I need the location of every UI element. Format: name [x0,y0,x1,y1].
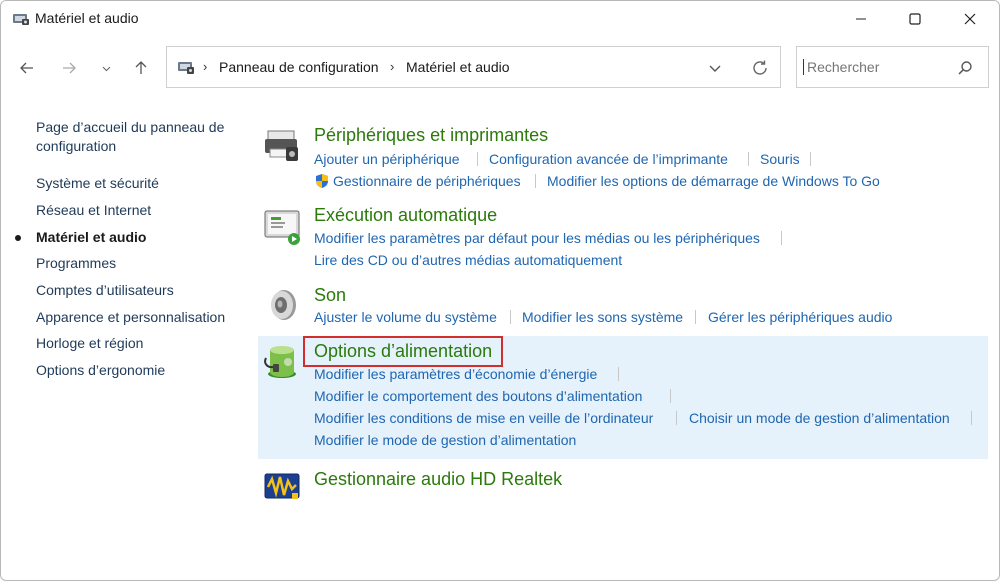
link-add-device[interactable]: Ajouter un périphérique [314,151,460,167]
link-change-system-sounds[interactable]: Modifier les sons système [522,309,683,325]
link-device-manager[interactable]: Gestionnaire de périphériques [314,173,521,189]
arrow-up-icon [135,61,147,74]
control-panel-icon [178,62,194,74]
category-title[interactable]: Son [314,285,346,306]
breadcrumb-control-panel[interactable]: Panneau de configuration [219,59,379,75]
realtek-audio-icon [264,473,300,499]
sidebar-item-home[interactable]: Page d’accueil du panneau de configurati… [36,118,224,156]
sidebar-item-appearance[interactable]: Apparence et personnalisation [36,308,225,327]
minimize-button[interactable] [838,1,884,37]
link-separator [695,310,696,324]
search-box[interactable] [796,46,989,88]
category-title[interactable]: Exécution automatique [314,205,497,226]
link-advanced-printer-setup[interactable]: Configuration avancée de l’imprimante [489,151,728,167]
link-play-cds-automatically[interactable]: Lire des CD ou d’autres médias automatiq… [314,252,622,268]
sidebar-item-system-security[interactable]: Système et sécurité [36,174,159,193]
link-label: Gestionnaire de périphériques [333,173,521,189]
link-change-default-media[interactable]: Modifier les paramètres par défaut pour … [314,230,760,246]
back-button[interactable] [15,56,39,80]
category-autoplay: Exécution automatique Modifier les param… [258,201,988,273]
link-mouse[interactable]: Souris [760,151,800,167]
sidebar-item-user-accounts[interactable]: Comptes d’utilisateurs [36,281,174,300]
control-panel-window: Matériel et audio › Panneau de configura… [0,0,1000,581]
category-title[interactable]: Gestionnaire audio HD Realtek [314,469,562,490]
close-icon [964,13,976,25]
arrow-left-icon [20,62,33,74]
sidebar-item-clock-region[interactable]: Horloge et région [36,334,143,353]
sidebar-item-label: configuration [36,138,117,154]
sidebar-item-hardware-sound: Matériel et audio [15,228,147,247]
sidebar-item-label: Page d’accueil du panneau de [36,119,225,135]
link-manage-audio-devices[interactable]: Gérer les périphériques audio [708,309,892,325]
category-title[interactable]: Périphériques et imprimantes [314,125,548,146]
link-separator [477,152,478,166]
link-separator [670,389,671,403]
printer-icon [265,130,298,161]
forward-button[interactable] [57,56,81,80]
category-sound: Son Ajuster le volume du système Modifie… [258,281,988,333]
autoplay-icon [264,210,300,245]
control-panel-icon [13,14,29,25]
title-bar: Matériel et audio [1,1,999,37]
refresh-icon[interactable] [751,59,769,77]
sidebar-item-network-internet[interactable]: Réseau et Internet [36,201,151,220]
uac-shield-icon [316,174,328,188]
link-separator [618,367,619,381]
link-sleep-conditions[interactable]: Modifier les conditions de mise en veill… [314,410,653,426]
recent-locations-button[interactable] [94,56,118,80]
sidebar-item-programs[interactable]: Programmes [36,254,116,273]
maximize-icon [909,13,921,25]
search-icon[interactable] [957,60,973,76]
category-power-options: Options d’alimentation Modifier les para… [258,336,988,459]
up-button[interactable] [129,56,153,80]
breadcrumb-hardware-sound[interactable]: Matériel et audio [406,59,510,75]
link-windows-to-go[interactable]: Modifier les options de démarrage de Win… [547,173,880,189]
link-power-button-behavior[interactable]: Modifier le comportement des boutons d’a… [314,388,642,404]
link-separator [748,152,749,166]
category-realtek: Gestionnaire audio HD Realtek [258,463,988,507]
breadcrumb-separator: › [390,59,395,74]
link-separator [781,231,782,245]
minimize-icon [856,18,866,20]
sidebar-item-ease-of-access[interactable]: Options d’ergonomie [36,361,165,380]
chevron-down-icon[interactable] [707,60,723,76]
link-separator [535,174,536,188]
link-separator [810,152,811,166]
search-input[interactable] [803,59,957,75]
link-adjust-volume[interactable]: Ajuster le volume du système [314,309,497,325]
link-edit-power-plan[interactable]: Modifier le mode de gestion d’alimentati… [314,432,576,448]
window-title: Matériel et audio [35,10,139,26]
chevron-down-icon [102,66,110,71]
power-options-icon [264,346,296,378]
sidebar-item-label: Matériel et audio [36,229,147,245]
speaker-icon [271,290,296,320]
link-power-saving-settings[interactable]: Modifier les paramètres d’économie d’éne… [314,366,597,382]
active-bullet [15,235,21,241]
category-devices-printers: Périphériques et imprimantes Ajouter un … [258,121,988,197]
maximize-button[interactable] [892,1,938,37]
link-separator [676,411,677,425]
link-separator [971,411,972,425]
breadcrumb-separator: › [203,59,208,74]
arrow-right-icon [63,62,76,74]
link-separator [510,310,511,324]
address-bar[interactable]: › Panneau de configuration › Matériel et… [166,46,781,88]
close-button[interactable] [947,1,993,37]
link-choose-power-plan[interactable]: Choisir un mode de gestion d’alimentatio… [689,410,950,426]
category-title[interactable]: Options d’alimentation [302,336,504,367]
